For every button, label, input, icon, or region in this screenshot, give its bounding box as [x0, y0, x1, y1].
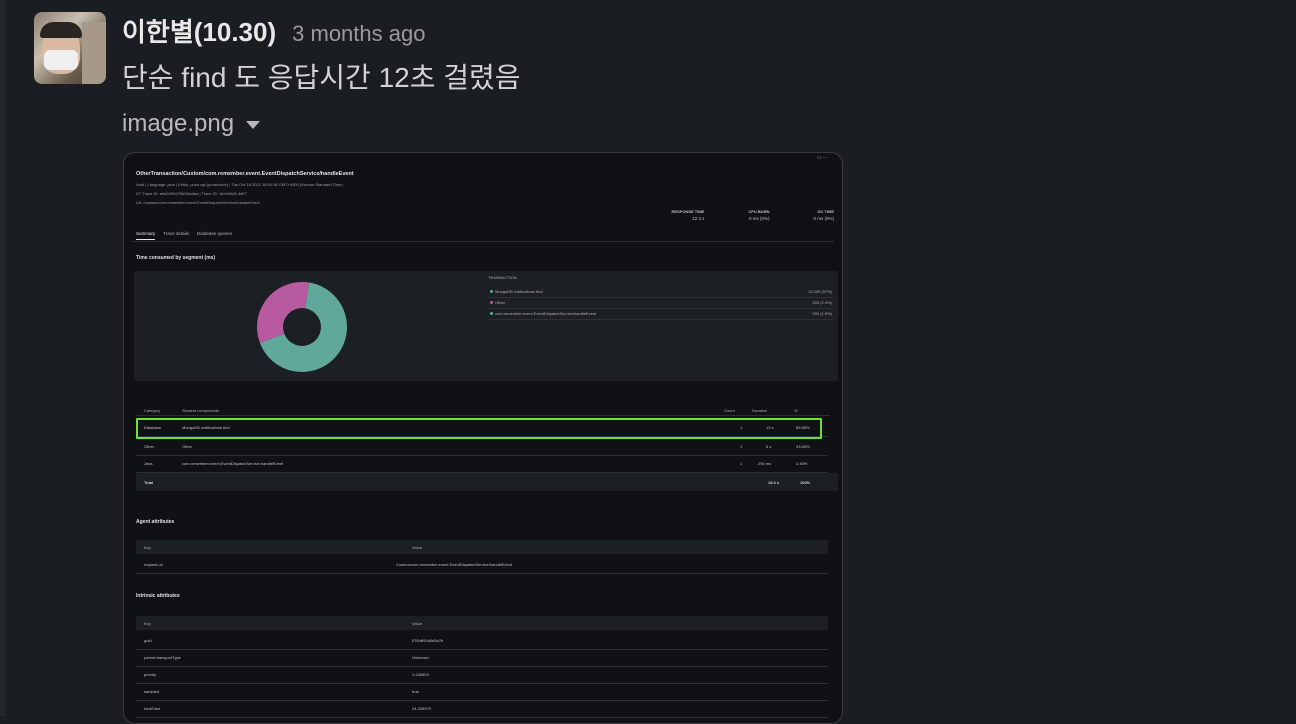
avatar-background — [82, 22, 106, 84]
attachment-header[interactable]: image.png — [122, 110, 261, 138]
cell-component: com.remember.event.EventDispatchService.… — [182, 461, 284, 466]
attachment-file-name[interactable]: image.png — [122, 110, 234, 138]
segment-section-title: Time consumed by segment (ms) — [136, 255, 216, 261]
attr-value: Unknown — [412, 655, 429, 660]
donut-hole — [283, 308, 321, 346]
message-timestamp[interactable]: 3 months ago — [292, 21, 425, 47]
trace-metrics: RESPONSE TIME 12.3 s CPU BURN 0 ms (0%) … — [671, 209, 834, 221]
attr-key: priority — [144, 672, 157, 677]
trace-meta-line-2: DT Trace ID: ebd0390d7ff434fcdba | Trace… — [136, 191, 247, 196]
chevron-down-icon[interactable] — [246, 121, 261, 129]
legend-dot-icon — [490, 312, 493, 316]
intrinsic-attributes-header: Key Value — [136, 616, 828, 630]
cell-component: Other — [182, 444, 193, 449]
attr-value: 1.246903 — [412, 672, 429, 677]
metric-label: CPU BURN — [748, 209, 770, 214]
table-total-row: Total 18.3 s 100% — [136, 473, 838, 491]
attr-key: parent.transportType — [144, 655, 181, 660]
metric-value: 0 ms (0%) — [748, 216, 770, 221]
window-controls-icon: ▭ ⋯ — [816, 155, 828, 161]
legend-dot-icon — [490, 290, 493, 294]
attr-key: guid — [144, 638, 152, 643]
tab-trace-details[interactable]: Trace details — [163, 231, 189, 240]
trace-meta-line-1: Host | Language: java | Entity: push-api… — [136, 182, 343, 187]
table-row[interactable]: guid 07f0df93d0d5b7b — [136, 633, 828, 650]
legend-name: MongoDB notifications find — [495, 289, 543, 294]
table-header-components[interactable]: Slowest components — [182, 408, 219, 413]
highlight-box — [136, 418, 822, 439]
column-value[interactable]: Value — [412, 545, 422, 550]
table-row[interactable]: totalTime 24.339973 — [136, 701, 828, 718]
sidebar-rail — [0, 0, 6, 716]
column-value[interactable]: Value — [412, 621, 422, 626]
cell-percent: 2.45% — [796, 461, 808, 466]
table-row[interactable]: request.uri Custom/com.remember.event.Ev… — [136, 557, 828, 574]
agent-attributes-header: Key Value — [136, 540, 828, 554]
trace-tabs: Summary Trace details Database queries — [136, 231, 232, 240]
author-name[interactable]: 이한별(10.30) — [122, 12, 276, 49]
legend-value: 300 (2.4%) — [812, 300, 832, 305]
tab-database-queries[interactable]: Database queries — [197, 231, 232, 240]
legend-name: Other — [495, 300, 506, 305]
trace-meta-line-3: Uri: /custom/com.remember.event.EventDis… — [136, 200, 260, 205]
total-duration: 18.3 s — [768, 480, 780, 485]
table-row[interactable]: Other Other 1 6 s 33.65% — [136, 438, 828, 456]
cell-percent: 33.65% — [796, 444, 810, 449]
cell-category: Other — [144, 444, 155, 449]
legend-item[interactable]: com.remember.event.EventDispatchService/… — [488, 309, 834, 320]
tab-summary[interactable]: Summary — [136, 231, 156, 240]
avatar-hair — [40, 22, 82, 38]
total-percent: 100% — [800, 480, 811, 485]
table-header-divider — [136, 415, 830, 416]
table-row[interactable]: Java com.remember.event.EventDispatchSer… — [136, 455, 828, 473]
legend-title: TRANSACTION — [488, 275, 517, 280]
cell-duration: 6 s — [766, 444, 772, 449]
table-row[interactable]: sampled true — [136, 684, 828, 701]
attr-key: totalTime — [144, 706, 161, 711]
metric-gc-time: GC TIME 0 ms (0%) — [813, 209, 834, 221]
avatar-mask — [44, 50, 78, 70]
segment-donut-chart — [257, 282, 347, 372]
attr-value: true — [412, 689, 419, 694]
legend-value: 12,000 (97%) — [807, 289, 832, 294]
legend-name: com.remember.event.EventDispatchService/… — [495, 311, 597, 316]
total-label: Total — [144, 480, 154, 485]
table-header-count[interactable]: Count — [724, 408, 735, 413]
tabs-divider — [132, 241, 834, 242]
legend-item[interactable]: Other 300 (2.4%) — [488, 298, 834, 309]
agent-attributes-title: Agent attributes — [136, 519, 175, 525]
legend-dot-icon — [490, 301, 493, 305]
legend-value: 290 (1.5%) — [812, 311, 832, 316]
table-header-category[interactable]: Category — [144, 408, 160, 413]
attr-value: Custom/com.remember.event.EventDispatchS… — [396, 562, 513, 567]
intrinsic-attributes-title: Intrinsic attributes — [136, 593, 180, 599]
attr-key: sampled — [144, 689, 160, 694]
metric-response-time: RESPONSE TIME 12.3 s — [671, 209, 704, 221]
metric-label: RESPONSE TIME — [671, 209, 705, 214]
table-row[interactable]: priority 1.246903 — [136, 667, 828, 684]
user-avatar[interactable] — [34, 12, 106, 84]
attr-value: 07f0df93d0d5b7b — [412, 638, 444, 643]
message-text: 단순 find 도 응답시간 12초 걸렸음 — [122, 62, 521, 93]
legend-item[interactable]: MongoDB notifications find 12,000 (97%) — [488, 287, 834, 298]
message-header: 이한별(10.30) 3 months ago — [122, 12, 425, 49]
trace-meta: Host | Language: java | Entity: push-api… — [136, 180, 343, 207]
metric-label: GC TIME — [817, 209, 834, 214]
cell-count: 1 — [740, 444, 743, 449]
cell-duration: 290 ms — [758, 461, 772, 466]
table-header-duration[interactable]: Duration — [752, 408, 767, 413]
attachment-image[interactable]: ▭ ⋯ OtherTransaction/Custom/com.remember… — [123, 152, 843, 724]
table-header-percent[interactable]: % — [794, 408, 798, 413]
trace-title: OtherTransaction/Custom/com.remember.eve… — [136, 171, 354, 177]
cell-count: 1 — [740, 461, 743, 466]
table-row[interactable]: parent.transportType Unknown — [136, 650, 828, 667]
column-key[interactable]: Key — [144, 545, 151, 550]
attr-key: request.uri — [144, 562, 163, 567]
attr-value: 24.339973 — [412, 706, 431, 711]
metric-value: 12.3 s — [692, 216, 705, 221]
metric-value: 0 ms (0%) — [813, 216, 834, 221]
cell-category: Java — [144, 461, 153, 466]
metric-cpu-burn: CPU BURN 0 ms (0%) — [748, 209, 769, 221]
column-key[interactable]: Key — [144, 621, 151, 626]
